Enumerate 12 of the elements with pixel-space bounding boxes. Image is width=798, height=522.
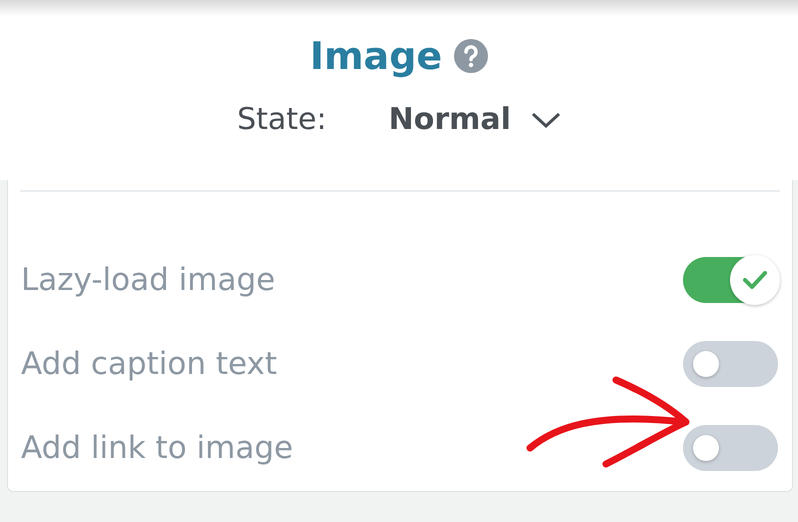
option-label: Lazy-load image (21, 262, 276, 298)
state-label: State: (237, 102, 327, 137)
chevron-down-icon (530, 110, 561, 128)
toggle-switch[interactable] (683, 425, 778, 471)
option-label: Add link to image (21, 430, 294, 466)
toggle-switch[interactable] (683, 341, 778, 387)
panel-title: Image (310, 34, 442, 78)
help-icon[interactable] (454, 39, 488, 73)
toggle-switch[interactable] (683, 257, 778, 303)
check-icon (742, 269, 768, 291)
option-label: Add caption text (21, 346, 278, 382)
state-dropdown[interactable]: Normal (388, 102, 561, 137)
